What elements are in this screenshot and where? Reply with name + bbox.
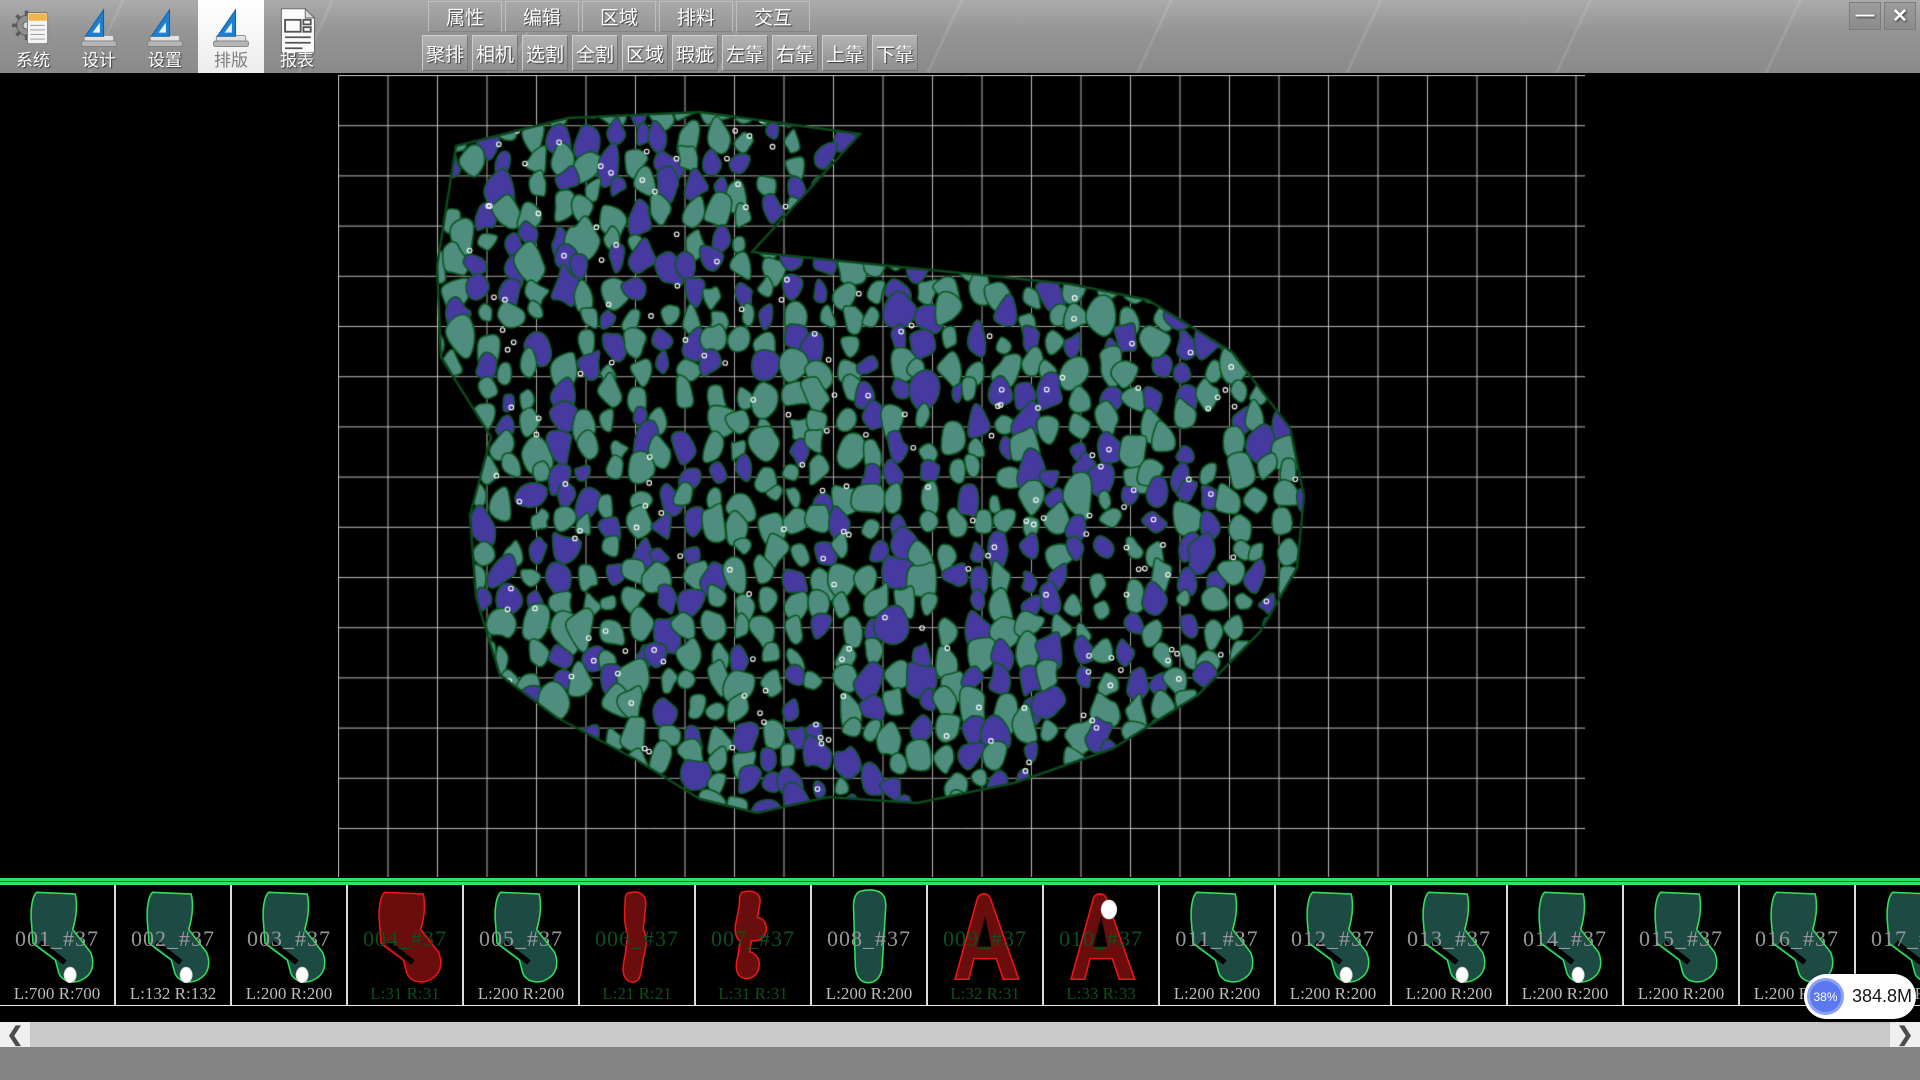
part-lr-label: L:31 R:31 xyxy=(348,984,462,1004)
nav-button-label: 系统 xyxy=(16,52,50,69)
action-button-bar: 聚排相机选割全割区域瑕疵左靠右靠上靠下靠 xyxy=(422,35,918,72)
action-button-8[interactable]: 右靠 xyxy=(772,35,818,71)
part-id-label: 016_#37 xyxy=(1740,926,1854,952)
action-button-10[interactable]: 下靠 xyxy=(872,35,918,71)
action-button-2[interactable]: 相机 xyxy=(472,35,518,71)
settings-setsquare-icon xyxy=(143,7,187,51)
part-id-label: 002_#37 xyxy=(116,926,230,952)
part-thumbnail-3[interactable]: 003_#37 L:200 R:200 xyxy=(232,885,348,1005)
nav-button-label: 排版 xyxy=(214,52,248,69)
menu-tab-3[interactable]: 区域 xyxy=(582,1,656,32)
part-id-label: 003_#37 xyxy=(232,926,346,952)
part-id-label: 017_#37 xyxy=(1856,926,1920,952)
part-lr-label: L:132 R:132 xyxy=(116,984,230,1004)
part-thumbnail-15[interactable]: 015_#37 L:200 R:200 xyxy=(1624,885,1740,1005)
part-lr-label: L:700 R:700 xyxy=(0,984,114,1004)
horizontal-scrollbar[interactable]: ❮ ❯ xyxy=(0,1022,1920,1047)
action-button-3[interactable]: 选割 xyxy=(522,35,568,71)
nesting-canvas[interactable] xyxy=(338,75,1585,877)
close-button[interactable]: ✕ xyxy=(1884,2,1916,30)
part-lr-label: L:200 R:200 xyxy=(1624,984,1738,1004)
nav-button-2[interactable]: 设计 xyxy=(66,0,132,73)
action-button-9[interactable]: 上靠 xyxy=(822,35,868,71)
part-thumbnail-4[interactable]: 004_#37 L:31 R:31 xyxy=(348,885,464,1005)
part-lr-label: L:32 R:31 xyxy=(928,984,1042,1004)
action-button-5[interactable]: 区域 xyxy=(622,35,668,71)
action-button-7[interactable]: 左靠 xyxy=(722,35,768,71)
part-lr-label: L:200 R:200 xyxy=(1276,984,1390,1004)
part-lr-label: L:200 R:200 xyxy=(232,984,346,1004)
nav-button-4[interactable]: 排版 xyxy=(198,0,264,73)
part-thumbnail-5[interactable]: 005_#37 L:200 R:200 xyxy=(464,885,580,1005)
download-badge[interactable]: 38% 384.8M xyxy=(1804,974,1916,1019)
design-setsquare-icon xyxy=(77,7,121,51)
part-lr-label: L:200 R:200 xyxy=(464,984,578,1004)
download-size: 384.8M xyxy=(1852,986,1912,1007)
part-id-label: 004_#37 xyxy=(348,926,462,952)
part-lr-label: L:200 R:200 xyxy=(1160,984,1274,1004)
menu-tab-bar: 属性编辑区域排料交互 xyxy=(428,1,810,33)
window-controls: — ✕ xyxy=(1849,2,1916,30)
menu-tab-4[interactable]: 排料 xyxy=(659,1,733,32)
nav-button-1[interactable]: 系统 xyxy=(0,0,66,73)
part-id-label: 001_#37 xyxy=(0,926,114,952)
menu-tab-5[interactable]: 交互 xyxy=(736,1,810,32)
titlebar: 系统 设计 设置 排版 报表 属性编辑区域排料交互 聚排相机选割全割区域瑕疵左靠… xyxy=(0,0,1920,73)
menu-tab-1[interactable]: 属性 xyxy=(428,1,502,32)
part-thumbnail-7[interactable]: 007_#37 L:31 R:31 xyxy=(696,885,812,1005)
part-thumbnail-14[interactable]: 014_#37 L:200 R:200 xyxy=(1508,885,1624,1005)
nesting-setsquare-icon xyxy=(209,7,253,51)
report-document-icon xyxy=(275,7,319,51)
progress-circle: 38% xyxy=(1807,978,1844,1015)
part-lr-label: L:33 R:33 xyxy=(1044,984,1158,1004)
scroll-right-icon[interactable]: ❯ xyxy=(1890,1022,1920,1047)
part-id-label: 015_#37 xyxy=(1624,926,1738,952)
scroll-left-icon[interactable]: ❮ xyxy=(0,1022,30,1047)
nav-button-label: 设置 xyxy=(148,52,182,69)
part-thumbnail-9[interactable]: 009_#37 L:32 R:31 xyxy=(928,885,1044,1005)
part-lr-label: L:200 R:200 xyxy=(1392,984,1506,1004)
part-id-label: 006_#37 xyxy=(580,926,694,952)
part-id-label: 013_#37 xyxy=(1392,926,1506,952)
action-button-1[interactable]: 聚排 xyxy=(422,35,468,71)
part-thumbnail-1[interactable]: 001_#37 L:700 R:700 xyxy=(0,885,116,1005)
part-id-label: 011_#37 xyxy=(1160,926,1274,952)
status-bar xyxy=(0,1047,1920,1080)
nav-button-3[interactable]: 设置 xyxy=(132,0,198,73)
part-thumbnail-12[interactable]: 012_#37 L:200 R:200 xyxy=(1276,885,1392,1005)
part-thumbnail-2[interactable]: 002_#37 L:132 R:132 xyxy=(116,885,232,1005)
part-thumbnail-6[interactable]: 006_#37 L:21 R:21 xyxy=(580,885,696,1005)
action-button-6[interactable]: 瑕疵 xyxy=(672,35,718,71)
action-button-4[interactable]: 全割 xyxy=(572,35,618,71)
part-lr-label: L:31 R:31 xyxy=(696,984,810,1004)
menu-tab-2[interactable]: 编辑 xyxy=(505,1,579,32)
nav-button-5[interactable]: 报表 xyxy=(264,0,330,73)
nav-button-label: 报表 xyxy=(280,52,314,69)
part-lr-label: L:200 R:200 xyxy=(812,984,926,1004)
nav-button-label: 设计 xyxy=(82,52,116,69)
app-nav-buttons: 系统 设计 设置 排版 报表 xyxy=(0,0,330,73)
progress-percent: 38% xyxy=(1813,990,1837,1004)
part-id-label: 005_#37 xyxy=(464,926,578,952)
part-thumbnail-11[interactable]: 011_#37 L:200 R:200 xyxy=(1160,885,1276,1005)
nesting-workspace xyxy=(0,73,1920,878)
part-thumbnail-13[interactable]: 013_#37 L:200 R:200 xyxy=(1392,885,1508,1005)
strip-separator xyxy=(0,878,1920,885)
system-gear-icon xyxy=(11,7,55,51)
part-thumbnail-8[interactable]: 008_#37 L:200 R:200 xyxy=(812,885,928,1005)
part-id-label: 009_#37 xyxy=(928,926,1042,952)
part-id-label: 008_#37 xyxy=(812,926,926,952)
part-thumbnail-10[interactable]: 010_#37 L:33 R:33 xyxy=(1044,885,1160,1005)
part-id-label: 014_#37 xyxy=(1508,926,1622,952)
part-id-label: 012_#37 xyxy=(1276,926,1390,952)
part-id-label: 010_#37 xyxy=(1044,926,1158,952)
minimize-button[interactable]: — xyxy=(1849,2,1881,30)
part-lr-label: L:200 R:200 xyxy=(1508,984,1622,1004)
parts-strip: 001_#37 L:700 R:700 002_#37 L:132 R:132 00… xyxy=(0,885,1920,1006)
part-lr-label: L:21 R:21 xyxy=(580,984,694,1004)
part-id-label: 007_#37 xyxy=(696,926,810,952)
